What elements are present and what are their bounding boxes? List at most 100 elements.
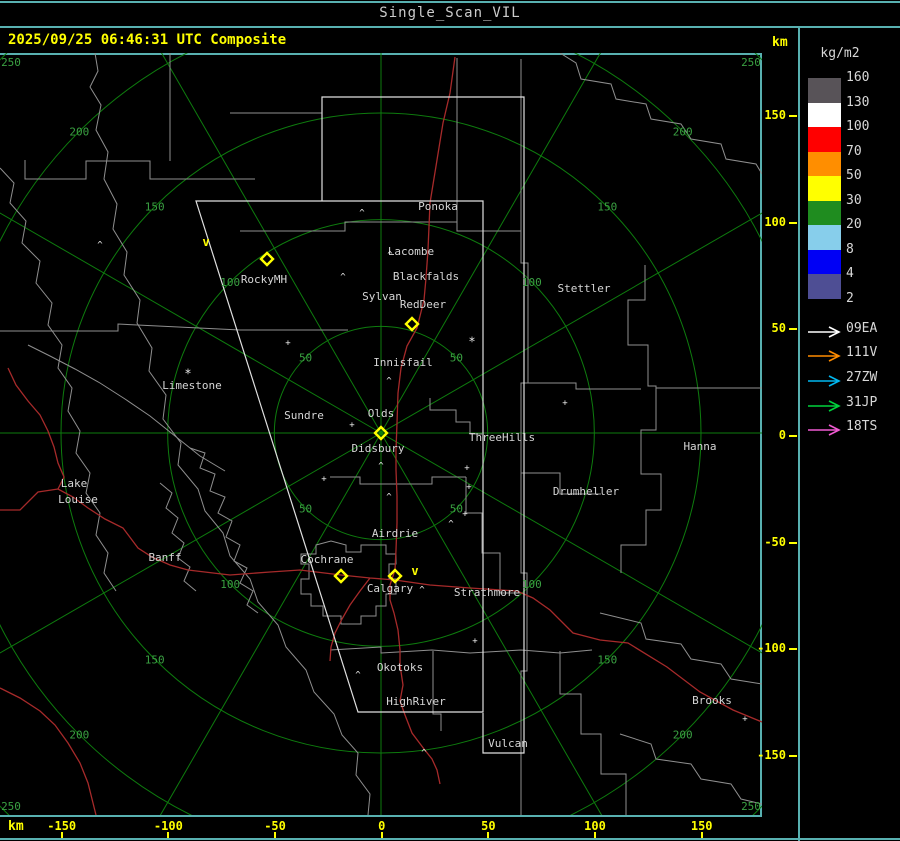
right-axis-label: 100: [764, 214, 786, 229]
titlebar-divider-line: [0, 26, 900, 28]
site-arrow-icon: [808, 326, 841, 338]
bottom-border-line: [0, 838, 900, 840]
legend-divider-line: [798, 28, 800, 841]
ring-distance-label: 150: [597, 653, 617, 666]
right-axis-label: 50: [771, 321, 786, 336]
city-label-okotoks: Okotoks: [377, 661, 423, 674]
site-id-label-27zw: 27ZW: [846, 370, 878, 385]
ring-distance-label: 200: [69, 729, 89, 742]
bottom-axis-label: -100: [153, 819, 183, 833]
site-id-label-18ts: 18TS: [846, 419, 878, 434]
city-label-ponoka: Ponoka: [418, 200, 458, 213]
city-label-blackfalds: Blackfalds: [393, 270, 459, 283]
scan-timestamp: 2025/09/25 06:46:31 UTC Composite: [8, 32, 287, 48]
range-rings-layer: [0, 0, 900, 841]
bottom-axis-tick: [167, 832, 170, 838]
site-id-label-31jp: 31JP: [846, 395, 878, 410]
obs-marker: +: [464, 464, 470, 474]
legend-scale-label: 2: [846, 290, 854, 306]
azimuth-radial-line: [380, 132, 900, 434]
obs-marker: +: [349, 421, 355, 431]
city-label-airdrie: Airdrie: [372, 527, 418, 540]
obs-marker: ^: [340, 273, 346, 283]
bottom-axis-label: 100: [584, 819, 606, 833]
city-label-lake: Lake: [61, 477, 88, 490]
legend-swatch-6: [808, 225, 841, 250]
right-axis-unit-label: km: [772, 35, 788, 50]
bottom-axis-tick: [60, 832, 63, 838]
legend-unit-label: kg/m2: [820, 46, 860, 61]
site-arrow-icon: [808, 350, 841, 362]
site-arrow-icon: [808, 400, 841, 412]
map-bottom-border: [0, 815, 762, 817]
right-axis-label: -150: [757, 747, 786, 762]
city-labels-layer: Ponoka Lacombe Blackfalds SylvanRedDeer Stet…: [58, 200, 732, 750]
city-label-hanna: Hanna: [683, 440, 716, 453]
city-label-olds: Olds: [368, 407, 395, 420]
right-axis-label: 0: [778, 428, 786, 442]
legend-scale-label: 20: [846, 217, 862, 232]
legend-swatch-1: [808, 102, 841, 127]
ring-distance-label: 200: [673, 729, 693, 742]
obs-marker: +: [562, 399, 568, 409]
obs-marker: +: [462, 510, 468, 520]
site-arrow-31jp: [806, 397, 842, 412]
city-label-highriver: HighRiver: [386, 695, 446, 708]
radar-site-diamond: [259, 251, 275, 267]
ring-distance-label: 50: [450, 502, 463, 515]
right-axis-tick: [789, 435, 797, 437]
obs-marker: +: [466, 483, 472, 493]
ring-distance-label: 100: [220, 578, 240, 591]
ring-distance-label: 150: [597, 201, 617, 214]
obs-marker: ^: [359, 209, 365, 219]
radar-map-canvas[interactable]: 50 50 50 50 100 100 100 100 150 150 150 150 200 200 20…: [0, 0, 900, 841]
legend-swatch-4: [808, 176, 841, 201]
legend-scale-label: 100: [846, 119, 870, 134]
obs-marker: +: [472, 637, 478, 647]
obs-marker: ^: [97, 241, 103, 251]
city-label-sylvan: Sylvan: [362, 290, 402, 303]
right-axis-tick: [789, 754, 797, 757]
legend-swatch-2: [808, 127, 841, 152]
site-check-marker: v: [202, 235, 209, 249]
legend-scale-label: 8: [846, 241, 854, 257]
site-arrow-18ts: [806, 421, 842, 436]
azimuth-radial-line: [0, 432, 382, 654]
obs-marker: +: [285, 339, 291, 349]
radar-coverage-outline: [195, 96, 525, 754]
ring-distance-label: 150: [145, 201, 165, 214]
ring-distance-label: 250: [741, 56, 761, 69]
ring-distance-label: 50: [299, 352, 312, 365]
bottom-axis-tick: [594, 832, 597, 838]
obs-marker: +: [321, 475, 327, 485]
city-label-stettler: Stettler: [558, 282, 611, 295]
site-arrow-111v: [806, 347, 842, 362]
bottom-axis-label: 0: [378, 819, 386, 833]
bottom-axis-tick: [274, 832, 277, 838]
azimuth-radial-line: [380, 0, 632, 434]
obs-marker: ^: [386, 493, 392, 503]
obs-marker: ^: [387, 251, 393, 261]
bottom-axis-tick: [487, 832, 490, 838]
obs-marker: +: [742, 715, 748, 725]
right-axis-label: -50: [764, 534, 786, 549]
city-label-vulcan: Vulcan: [488, 737, 528, 750]
ring-distance-label: 100: [220, 276, 240, 289]
legend-scale-label: 130: [846, 94, 870, 110]
ring-distance-label: 200: [69, 125, 89, 138]
right-axis-label: -100: [757, 641, 786, 656]
city-label-brooks: Brooks: [692, 694, 732, 707]
obs-marker: ^: [421, 749, 427, 759]
city-label-louise: Louise: [58, 493, 98, 506]
site-id-label-111v: 111V: [846, 345, 878, 360]
city-label-rockymh: RockyMH: [241, 273, 287, 286]
obs-marker: ^: [386, 377, 392, 387]
legend-scale-label: 160: [846, 70, 870, 85]
legend-swatch-7: [808, 249, 841, 274]
legend-scale-label: 50: [846, 168, 862, 183]
ring-distance-label: 250: [1, 800, 21, 813]
city-label-reddeer: RedDeer: [400, 298, 447, 311]
site-arrow-icon: [808, 375, 841, 387]
bottom-axis-unit-label: km: [8, 819, 24, 834]
ring-distance-label: 50: [299, 502, 312, 515]
